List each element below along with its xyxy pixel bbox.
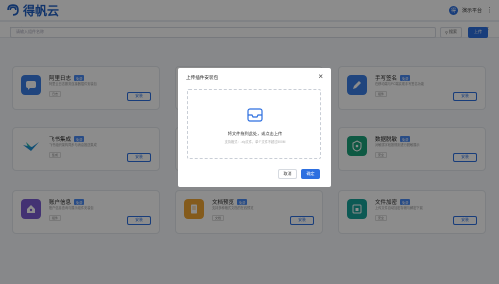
dropzone-text: 将文件拖到此处，或点击上传: [227, 131, 283, 136]
cancel-button[interactable]: 取消: [278, 169, 297, 179]
upload-dropzone[interactable]: 将文件拖到此处，或点击上传 支持格式：.zip文件，单个文件不超过500M: [187, 89, 321, 159]
modal-title: 上传插件安装包: [186, 75, 219, 80]
upload-modal: 上传插件安装包 × 将文件拖到此处，或点击上传 支持格式：.zip文件，单个文件…: [178, 68, 331, 187]
confirm-button[interactable]: 确定: [301, 169, 320, 179]
dropzone-hint: 支持格式：.zip文件，单个文件不超过500M: [224, 140, 286, 144]
close-icon[interactable]: ×: [318, 72, 323, 81]
inbox-icon: [247, 108, 263, 122]
